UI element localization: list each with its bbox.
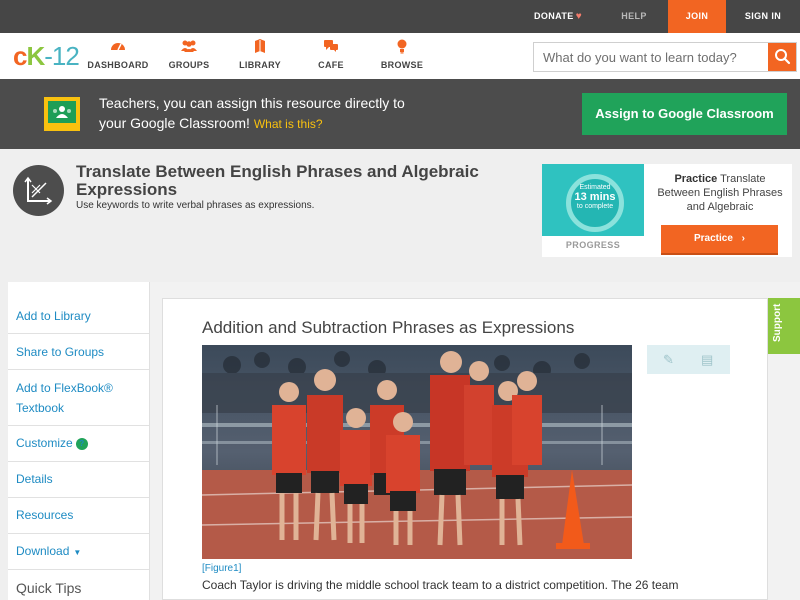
browse-icon xyxy=(366,39,438,55)
dashboard-icon xyxy=(82,39,154,55)
library-icon xyxy=(224,39,296,55)
chevron-right-icon: › xyxy=(741,233,746,244)
donate-label: DONATE xyxy=(533,11,574,21)
help-link[interactable]: HELP xyxy=(614,0,654,33)
estimated-time-badge: Estimated 13 mins to complete xyxy=(542,164,644,236)
graph-axes-icon xyxy=(13,165,64,216)
caret-down-icon: ▼ xyxy=(73,548,82,557)
cafe-icon xyxy=(295,39,367,55)
add-to-flexbook-link[interactable]: Add to FlexBook® Textbook xyxy=(8,370,149,426)
share-to-groups-link[interactable]: Share to Groups xyxy=(8,334,149,370)
what-is-this-link[interactable]: What is this? xyxy=(254,117,323,131)
search-icon xyxy=(775,49,791,65)
track-team-photo[interactable] xyxy=(202,345,632,559)
resources-link[interactable]: Resources xyxy=(8,498,149,534)
details-link[interactable]: Details xyxy=(8,462,149,498)
add-to-library-link[interactable]: Add to Library xyxy=(8,282,149,334)
practice-title: Practice Translate Between English Phras… xyxy=(657,173,783,213)
heart-icon: ♥ xyxy=(575,11,583,22)
lesson-title: Addition and Subtraction Phrases as Expr… xyxy=(202,318,575,337)
nav-groups[interactable]: GROUPS xyxy=(153,39,225,70)
notes-icon[interactable]: ▤ xyxy=(701,352,713,368)
progress-label: PROGRESS xyxy=(565,240,621,250)
banner-message: Teachers, you can assign this resource d… xyxy=(99,95,405,131)
nav-browse[interactable]: BROWSE xyxy=(366,39,438,70)
concept-subtitle: Use keywords to write verbal phrases as … xyxy=(76,200,315,211)
practice-button[interactable]: Practice › xyxy=(661,225,778,255)
practice-card: Estimated 13 mins to complete PROGRESS P… xyxy=(542,164,792,257)
search-input[interactable] xyxy=(534,43,768,71)
search-button[interactable] xyxy=(768,43,796,71)
ck12-logo[interactable]: cK-12 xyxy=(13,43,80,69)
figure-link[interactable]: [Figure1] xyxy=(202,563,241,574)
search-box xyxy=(533,42,797,72)
groups-icon xyxy=(153,39,225,55)
support-tab[interactable]: Support xyxy=(768,298,800,354)
main-nav: cK-12 DASHBOARD GROUPS LIBRARY CAFE BROW… xyxy=(0,33,800,79)
annotation-toolbar: ✎ ▤ xyxy=(647,345,730,374)
help-icon[interactable]: ? xyxy=(75,438,88,450)
quick-tips-heading[interactable]: Quick Tips xyxy=(8,570,149,596)
nav-library[interactable]: LIBRARY xyxy=(224,39,296,70)
download-dropdown[interactable]: Download ▼ xyxy=(8,534,149,570)
top-utility-bar: DONATE ♥ HELP JOIN SIGN IN xyxy=(0,0,800,33)
concept-title: Translate Between English Phrases and Al… xyxy=(76,162,479,199)
sign-in-link[interactable]: SIGN IN xyxy=(736,0,790,33)
nav-cafe[interactable]: CAFE xyxy=(295,39,367,70)
donate-link[interactable]: DONATE ♥ xyxy=(522,0,594,33)
pencil-icon[interactable]: ✎ xyxy=(663,352,674,368)
google-classroom-icon xyxy=(44,97,80,131)
left-sidebar: Add to Library Share to Groups Add to Fl… xyxy=(8,282,150,600)
join-button[interactable]: JOIN xyxy=(668,0,726,33)
nav-dashboard[interactable]: DASHBOARD xyxy=(82,39,154,70)
customize-link[interactable]: Customize? xyxy=(8,426,149,462)
lesson-paragraph: Coach Taylor is driving the middle schoo… xyxy=(202,578,679,592)
assign-to-google-classroom-button[interactable]: Assign to Google Classroom xyxy=(582,93,787,135)
